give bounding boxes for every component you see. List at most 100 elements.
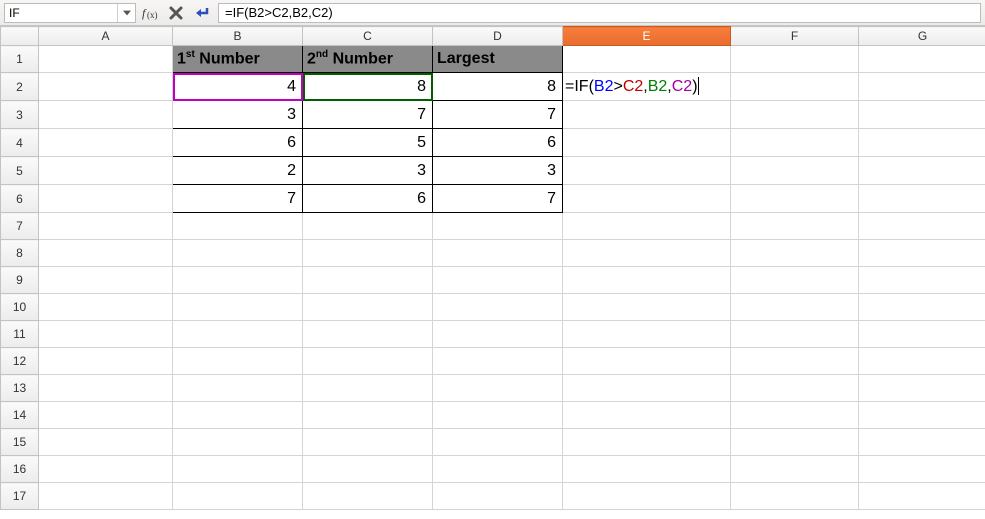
row-header-14[interactable]: 14: [1, 402, 39, 429]
row-header-3[interactable]: 3: [1, 101, 39, 129]
cell[interactable]: [433, 321, 563, 348]
cell-F2[interactable]: [731, 73, 859, 101]
cell[interactable]: [859, 375, 985, 402]
cell-A5[interactable]: [39, 157, 173, 185]
cell[interactable]: [859, 402, 985, 429]
cell-E3[interactable]: [563, 101, 731, 129]
cell-F1[interactable]: [731, 46, 859, 73]
cell-A6[interactable]: [39, 185, 173, 213]
cell[interactable]: [173, 213, 303, 240]
row-header-12[interactable]: 12: [1, 348, 39, 375]
cell[interactable]: [859, 294, 985, 321]
row-header-10[interactable]: 10: [1, 294, 39, 321]
accept-button[interactable]: [190, 2, 214, 24]
cell[interactable]: [39, 429, 173, 456]
cell[interactable]: [39, 402, 173, 429]
cell[interactable]: [731, 240, 859, 267]
select-all-corner[interactable]: [1, 27, 39, 46]
row-header-1[interactable]: 1: [1, 46, 39, 73]
cell-A3[interactable]: [39, 101, 173, 129]
cell[interactable]: [731, 267, 859, 294]
name-box-dropdown[interactable]: [117, 4, 135, 22]
cell[interactable]: [173, 240, 303, 267]
cell[interactable]: [303, 456, 433, 483]
cell[interactable]: [563, 267, 731, 294]
cell-A4[interactable]: [39, 129, 173, 157]
cell[interactable]: [731, 429, 859, 456]
cell-D2[interactable]: 8: [433, 73, 563, 101]
cell[interactable]: [303, 294, 433, 321]
row-header-17[interactable]: 17: [1, 483, 39, 510]
cell[interactable]: [563, 375, 731, 402]
cell[interactable]: [731, 348, 859, 375]
cell[interactable]: [433, 402, 563, 429]
cell[interactable]: [563, 348, 731, 375]
cell-A1[interactable]: [39, 46, 173, 73]
cell[interactable]: [303, 483, 433, 510]
function-wizard-button[interactable]: f (x): [138, 2, 162, 24]
row-header-6[interactable]: 6: [1, 185, 39, 213]
cell-G2[interactable]: [859, 73, 985, 101]
cell[interactable]: [173, 375, 303, 402]
cell-F6[interactable]: [731, 185, 859, 213]
cell[interactable]: [563, 294, 731, 321]
cell-E4[interactable]: [563, 129, 731, 157]
cell-F5[interactable]: [731, 157, 859, 185]
row-header-15[interactable]: 15: [1, 429, 39, 456]
cell-B6[interactable]: 7: [173, 185, 303, 213]
cell[interactable]: [173, 456, 303, 483]
cell[interactable]: [173, 402, 303, 429]
row-header-16[interactable]: 16: [1, 456, 39, 483]
row-header-9[interactable]: 9: [1, 267, 39, 294]
name-box-input[interactable]: [5, 4, 117, 22]
cell[interactable]: [563, 321, 731, 348]
cell[interactable]: [303, 348, 433, 375]
cell[interactable]: [39, 213, 173, 240]
cell-B4[interactable]: 6: [173, 129, 303, 157]
cell-B5[interactable]: 2: [173, 157, 303, 185]
cell-D4[interactable]: 6: [433, 129, 563, 157]
cell-A2[interactable]: [39, 73, 173, 101]
cell[interactable]: [433, 240, 563, 267]
cell[interactable]: [859, 321, 985, 348]
name-box[interactable]: [4, 3, 136, 23]
cell[interactable]: [731, 456, 859, 483]
col-header-B[interactable]: B: [173, 27, 303, 46]
cell[interactable]: [173, 483, 303, 510]
cell[interactable]: [433, 429, 563, 456]
cell-C2[interactable]: 8: [303, 73, 433, 101]
cell[interactable]: [39, 267, 173, 294]
cell-G6[interactable]: [859, 185, 985, 213]
cell[interactable]: [433, 267, 563, 294]
cell-C4[interactable]: 5: [303, 129, 433, 157]
cell-C6[interactable]: 6: [303, 185, 433, 213]
cell[interactable]: [731, 321, 859, 348]
cell[interactable]: [859, 429, 985, 456]
cell[interactable]: [303, 267, 433, 294]
cell[interactable]: [731, 294, 859, 321]
cell-C3[interactable]: 7: [303, 101, 433, 129]
cell[interactable]: [433, 294, 563, 321]
cell[interactable]: [433, 348, 563, 375]
cell[interactable]: [563, 483, 731, 510]
cell-E6[interactable]: [563, 185, 731, 213]
cell[interactable]: [859, 240, 985, 267]
cell-G4[interactable]: [859, 129, 985, 157]
cell-G1[interactable]: [859, 46, 985, 73]
cell[interactable]: [433, 213, 563, 240]
cell[interactable]: [303, 429, 433, 456]
cell-F4[interactable]: [731, 129, 859, 157]
cell-E2[interactable]: =IF(B2>C2,B2,C2): [563, 73, 731, 101]
cell-B2[interactable]: 4: [173, 73, 303, 101]
cell[interactable]: [731, 483, 859, 510]
row-header-4[interactable]: 4: [1, 129, 39, 157]
cell-B3[interactable]: 3: [173, 101, 303, 129]
cell[interactable]: [39, 240, 173, 267]
cell[interactable]: [173, 429, 303, 456]
cell-E1[interactable]: [563, 46, 731, 73]
col-header-A[interactable]: A: [39, 27, 173, 46]
cell[interactable]: [859, 267, 985, 294]
cell[interactable]: [173, 267, 303, 294]
row-header-5[interactable]: 5: [1, 157, 39, 185]
cell[interactable]: [173, 348, 303, 375]
